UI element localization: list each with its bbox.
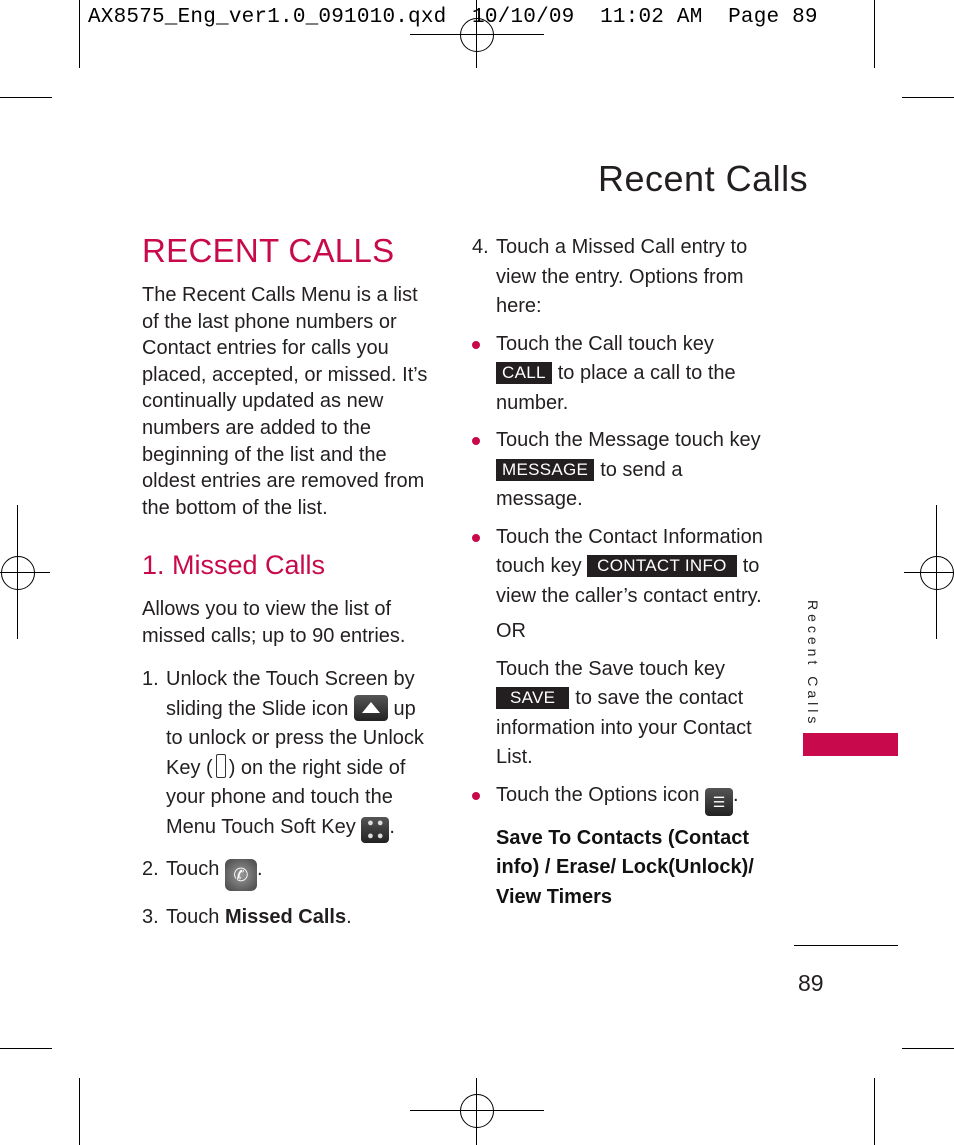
crop-mark bbox=[0, 1048, 52, 1049]
recent-calls-icon: ✆ bbox=[224, 858, 257, 891]
or-label: OR bbox=[496, 620, 526, 642]
registration-circle bbox=[460, 1094, 494, 1128]
bullet-contact-info: Touch the Contact Information touch key … bbox=[472, 523, 772, 612]
step-4: 4. Touch a Missed Call entry to view the… bbox=[472, 236, 748, 317]
steps-list: 1. Unlock the Touch Screen by sliding th… bbox=[142, 665, 432, 932]
section-heading: RECENT CALLS bbox=[142, 232, 395, 269]
crop-mark bbox=[79, 1078, 80, 1145]
bullet-icon bbox=[472, 791, 480, 800]
footer-rule bbox=[794, 945, 898, 946]
page-number: 89 bbox=[798, 970, 824, 996]
menu-grid-icon: ● ● ● ● bbox=[361, 816, 390, 843]
crop-mark bbox=[902, 97, 954, 98]
side-tab-label: Recent Calls bbox=[805, 600, 821, 728]
bullet-message: Touch the Message touch key MESSAGE to se… bbox=[472, 426, 772, 515]
bullet-call: Touch the Call touch key CALL to place a … bbox=[472, 330, 772, 419]
message-key: MESSAGE bbox=[496, 458, 595, 481]
intro-paragraph: The Recent Calls Menu is a list of the l… bbox=[142, 284, 428, 519]
save-paragraph: Touch the Save touch key SAVE to save the… bbox=[496, 657, 752, 768]
side-tab-bar bbox=[803, 733, 898, 756]
print-slug: AX8575_Eng_ver1.0_091010.qxd 10/10/09 11… bbox=[88, 6, 818, 29]
crop-mark bbox=[0, 97, 52, 98]
options-icon: ☰ bbox=[705, 787, 734, 816]
subsection-intro: Allows you to view the list of missed ca… bbox=[142, 598, 406, 647]
options-list: 4. Touch a Missed Call entry to view the… bbox=[472, 233, 772, 912]
crop-mark bbox=[902, 1048, 954, 1049]
registration-circle bbox=[920, 556, 954, 590]
call-key: CALL bbox=[496, 362, 552, 384]
bullet-icon bbox=[472, 437, 480, 445]
registration-circle bbox=[1, 556, 35, 590]
step-3: 3. Touch Missed Calls. bbox=[142, 905, 352, 928]
slide-up-icon bbox=[353, 694, 388, 721]
unlock-key-icon bbox=[215, 753, 226, 778]
options-menu-items: Save To Contacts (Contact info) / Erase/… bbox=[496, 826, 754, 908]
save-key: SAVE bbox=[496, 687, 570, 709]
subsection-heading: 1. Missed Calls bbox=[142, 550, 326, 580]
crop-mark bbox=[79, 0, 80, 68]
bullet-icon bbox=[472, 340, 480, 349]
step-1: 1. Unlock the Touch Screen by sliding th… bbox=[142, 668, 424, 843]
bullet-options: Touch the Options icon ☰. bbox=[472, 781, 772, 816]
contact-info-key: CONTACT INFO bbox=[587, 555, 737, 577]
crop-mark bbox=[874, 1078, 875, 1145]
bullet-icon bbox=[472, 533, 480, 542]
step-2: 2. Touch ✆. bbox=[142, 855, 432, 891]
crop-mark bbox=[874, 0, 875, 68]
page-header-title: Recent Calls bbox=[598, 158, 809, 199]
